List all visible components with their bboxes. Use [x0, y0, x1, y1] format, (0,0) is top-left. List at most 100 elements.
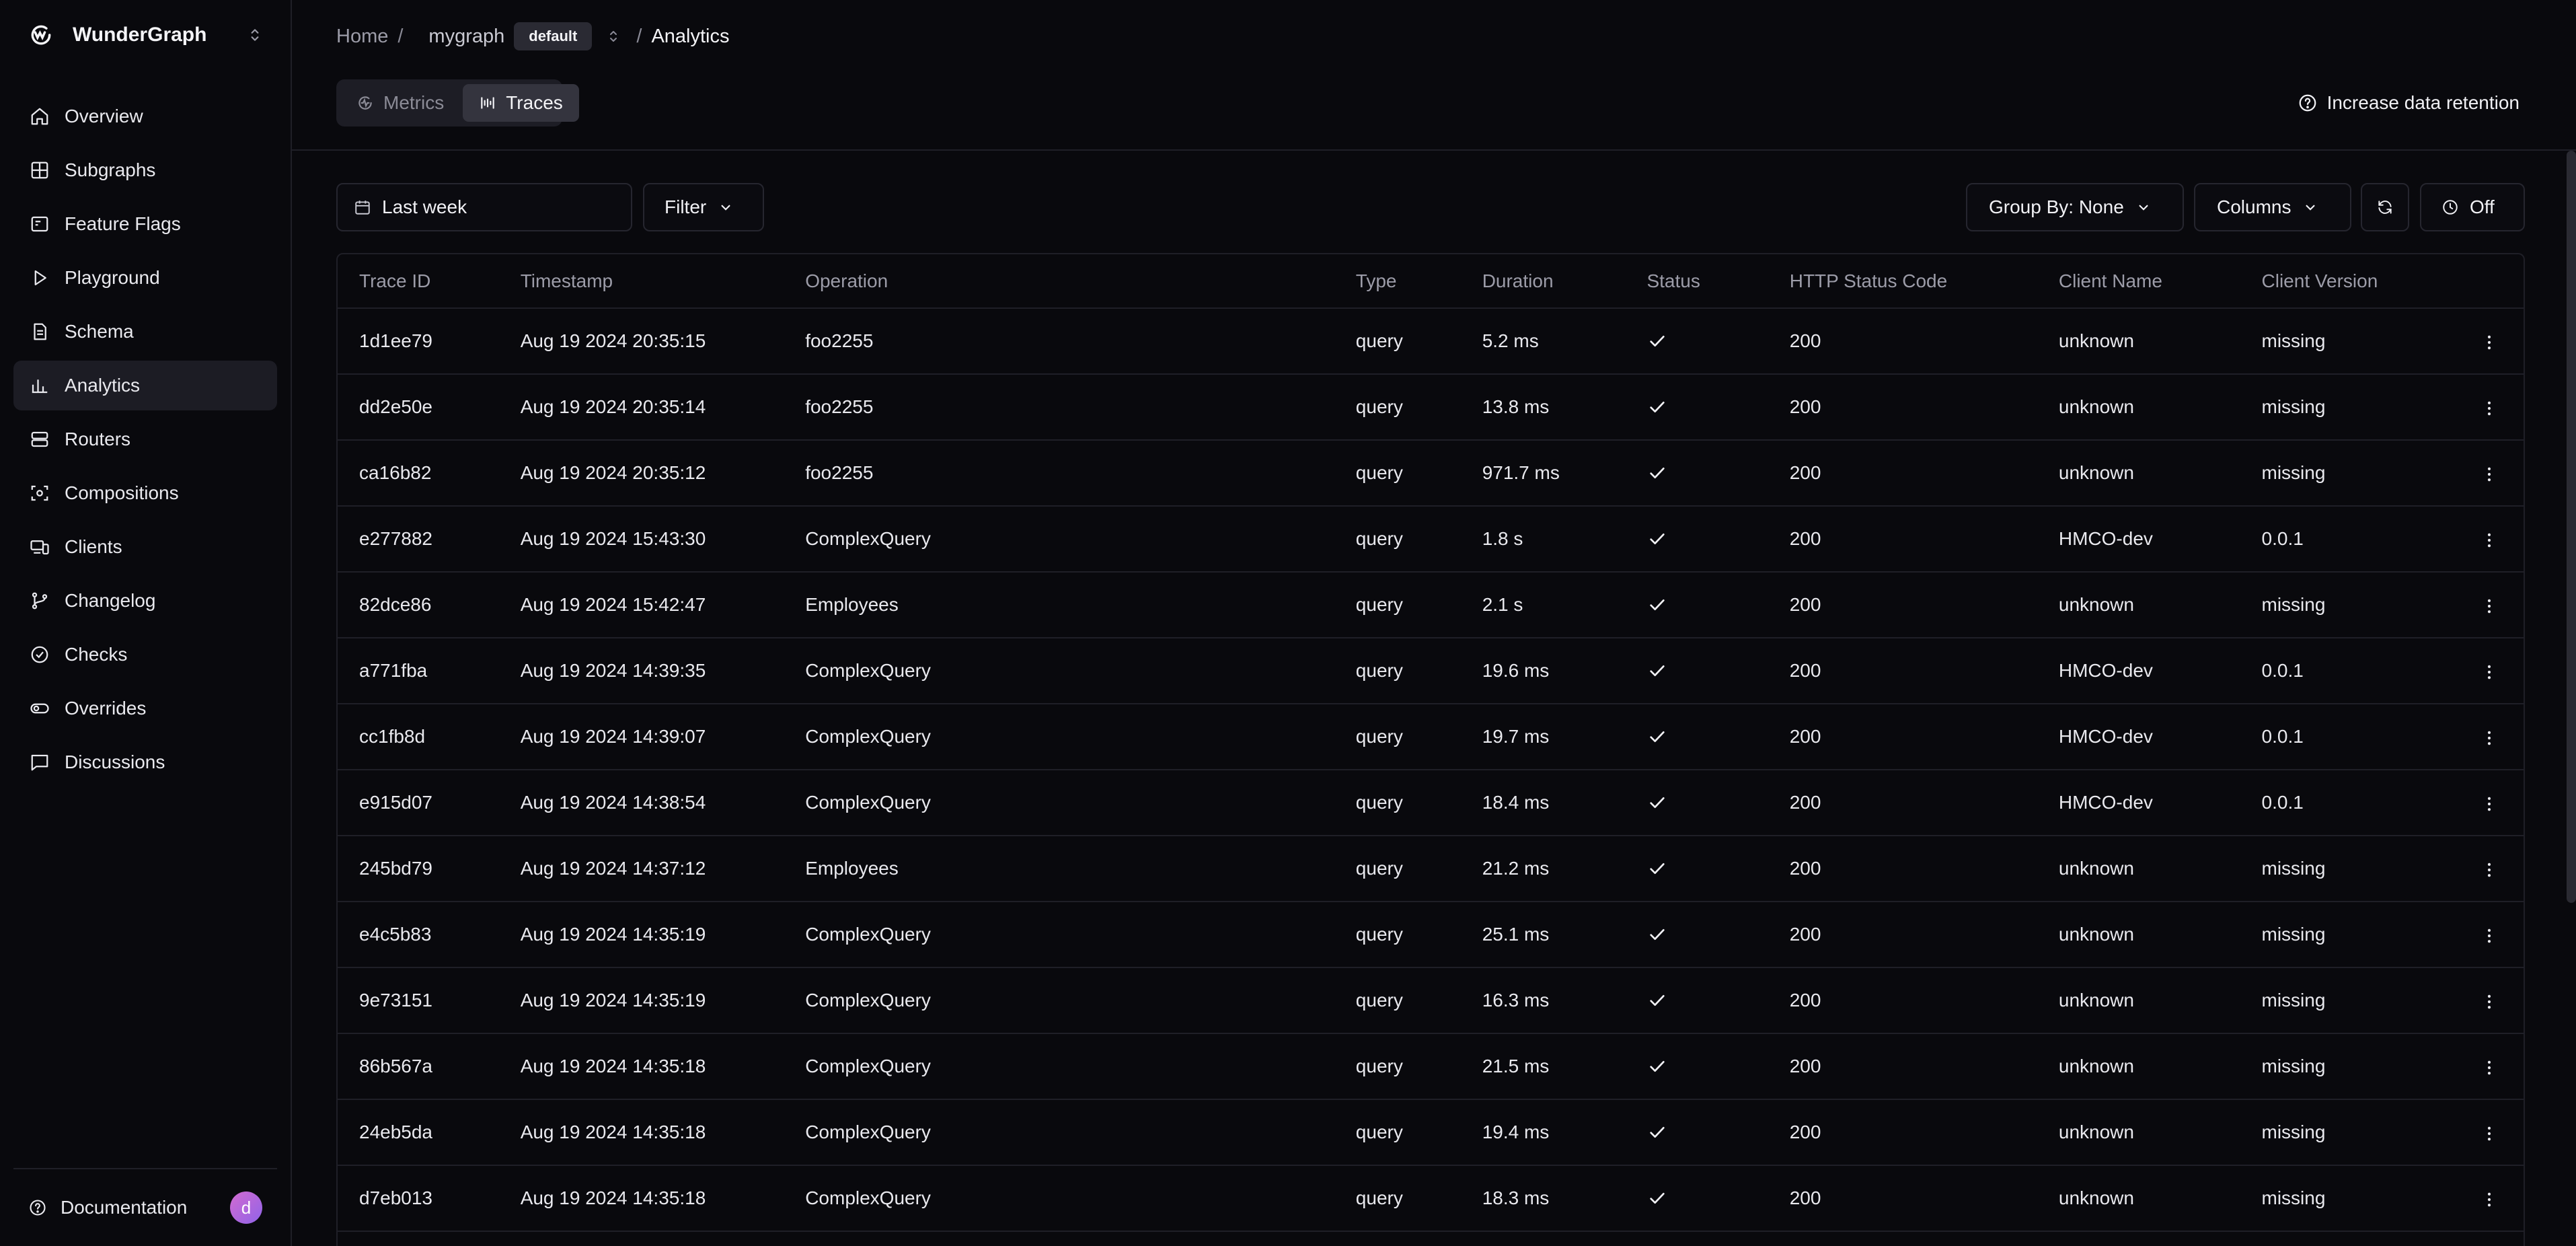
table-row[interactable]: 9e73151 Aug 19 2024 14:35:19 ComplexQuery q… — [338, 967, 2524, 1034]
sidebar-item-subgraphs[interactable]: Subgraphs — [13, 145, 277, 195]
row-menu-button[interactable] — [2455, 440, 2524, 507]
status-check-icon — [1625, 1099, 1768, 1166]
column-header[interactable]: HTTP Status Code — [1768, 254, 2037, 309]
client-version: missing — [2240, 967, 2456, 1034]
sidebar-item-analytics[interactable]: Analytics — [13, 361, 277, 410]
retention-label: Increase data retention — [2326, 92, 2520, 113]
client-name: unknown — [2037, 1099, 2240, 1166]
documentation-link[interactable]: Documentation — [61, 1197, 217, 1218]
column-header[interactable]: Operation — [784, 254, 1334, 309]
row-menu-button[interactable] — [2455, 1099, 2524, 1166]
table-row[interactable]: ca16b82 Aug 19 2024 20:35:12 foo2255 query 9… — [338, 440, 2524, 507]
scrollbar[interactable] — [2567, 151, 2576, 903]
client-name: HMCO-dev — [2037, 770, 2240, 836]
column-header[interactable]: Type — [1334, 254, 1461, 309]
row-menu-button[interactable] — [2455, 1165, 2524, 1232]
row-menu-button[interactable] — [2455, 902, 2524, 968]
sidebar-item-checks[interactable]: Checks — [13, 630, 277, 680]
sidebar-item-routers[interactable]: Routers — [13, 414, 277, 464]
row-menu-button[interactable] — [2455, 704, 2524, 770]
duration: 19.7 ms — [1460, 704, 1626, 770]
sidebar-item-feature-flags[interactable]: Feature Flags — [13, 199, 277, 249]
sidebar-item-playground[interactable]: Playground — [13, 253, 277, 303]
column-header[interactable]: Client Version — [2240, 254, 2456, 309]
table-row[interactable]: 245bd79 Aug 19 2024 14:37:12 Employees quer… — [338, 836, 2524, 902]
sidebar-item-schema[interactable]: Schema — [13, 307, 277, 357]
date-range-picker[interactable]: Last week — [336, 183, 632, 231]
sidebar-item-discussions[interactable]: Discussions — [13, 737, 277, 787]
refresh-button[interactable] — [2361, 183, 2409, 231]
more-vertical-icon — [2480, 990, 2499, 1011]
table-row[interactable]: e4c5b83 Aug 19 2024 14:35:19 ComplexQuery q… — [338, 902, 2524, 968]
column-header[interactable]: Status — [1625, 254, 1768, 309]
client-version: 0.0.1 — [2240, 506, 2456, 573]
table-row[interactable]: dd2e50e Aug 19 2024 20:35:14 foo2255 query 1… — [338, 374, 2524, 441]
sidebar-item-clients[interactable]: Clients — [13, 522, 277, 572]
row-menu-button[interactable] — [2455, 374, 2524, 441]
row-menu-button[interactable] — [2455, 1033, 2524, 1100]
home-icon — [30, 106, 50, 126]
chevrons-up-down-icon[interactable] — [605, 28, 621, 44]
column-header[interactable]: Client Name — [2037, 254, 2240, 309]
sidebar-item-label: Analytics — [65, 375, 141, 396]
namespace-badge[interactable]: default — [514, 22, 593, 50]
row-menu-button[interactable] — [2455, 836, 2524, 902]
duration: 19.6 ms — [1460, 638, 1626, 704]
sidebar-item-overview[interactable]: Overview — [13, 91, 277, 141]
table-row[interactable]: 82dce86 Aug 19 2024 15:42:47 Employees quer… — [338, 572, 2524, 638]
auto-refresh-button[interactable]: Off — [2420, 183, 2525, 231]
play-icon — [30, 268, 50, 288]
table-row[interactable]: 86b567a Aug 19 2024 14:35:18 ComplexQuery q… — [338, 1033, 2524, 1100]
duration: 1.8 s — [1460, 506, 1626, 573]
filter-button[interactable]: Filter — [643, 183, 764, 231]
table-row[interactable]: d7eb013 Aug 19 2024 14:35:18 ComplexQuery q… — [338, 1165, 2524, 1232]
row-menu-button[interactable] — [2455, 770, 2524, 836]
trace-id: 245bd79 — [338, 836, 499, 902]
table-row[interactable]: e277882 Aug 19 2024 15:43:30 ComplexQuery q… — [338, 506, 2524, 573]
group-by-button[interactable]: Group By: None — [1966, 183, 2184, 231]
row-menu-button[interactable] — [2455, 506, 2524, 573]
status-check-icon — [1625, 1033, 1768, 1100]
client-version: missing — [2240, 374, 2456, 441]
column-header[interactable]: Timestamp — [498, 254, 784, 309]
view-tabs: Metrics Traces — [336, 79, 579, 126]
sidebar-item-changelog[interactable]: Changelog — [13, 576, 277, 626]
client-version: 0.0.1 — [2240, 770, 2456, 836]
http-status: 200 — [1768, 902, 2037, 968]
column-header[interactable]: Duration — [1460, 254, 1626, 309]
tab-metrics[interactable]: Metrics — [340, 84, 460, 122]
table-row[interactable]: 24eb5da Aug 19 2024 14:35:18 ComplexQuery q… — [338, 1099, 2524, 1166]
table-row[interactable]: 1d1ee79 Aug 19 2024 20:35:15 foo2255 query 5… — [338, 308, 2524, 375]
column-header[interactable]: Trace ID — [338, 254, 499, 309]
sidebar-item-compositions[interactable]: Compositions — [13, 468, 277, 518]
timestamp: Aug 19 2024 14:35:18 — [498, 1033, 784, 1100]
row-menu-button[interactable] — [2455, 572, 2524, 638]
auto-refresh-label: Off — [2470, 196, 2495, 217]
type: query — [1334, 1033, 1461, 1100]
breadcrumb-home[interactable]: Home — [336, 26, 388, 48]
org-switcher[interactable]: WunderGraph — [0, 0, 291, 70]
table-row[interactable]: cc1fb8d Aug 19 2024 14:39:07 ComplexQuery q… — [338, 704, 2524, 770]
avatar[interactable]: d — [230, 1192, 262, 1224]
timestamp: Aug 19 2024 14:35:18 — [498, 1165, 784, 1232]
row-menu-button[interactable] — [2455, 308, 2524, 375]
columns-button[interactable]: Columns — [2194, 183, 2351, 231]
tab-traces[interactable]: Traces — [463, 84, 579, 122]
client-name: unknown — [2037, 967, 2240, 1034]
increase-retention-link[interactable]: Increase data retention — [2298, 87, 2520, 118]
table-row[interactable]: a771fba Aug 19 2024 14:39:35 ComplexQuery q… — [338, 638, 2524, 704]
type: query — [1334, 1165, 1461, 1232]
row-menu-button[interactable] — [2455, 967, 2524, 1034]
more-vertical-icon — [2480, 1187, 2499, 1208]
breadcrumb-graph[interactable]: mygraph — [428, 26, 504, 48]
status-check-icon — [1625, 506, 1768, 573]
check-circle-icon — [30, 645, 50, 665]
row-menu-button[interactable] — [2455, 638, 2524, 704]
client-version: missing — [2240, 1165, 2456, 1232]
timestamp: Aug 19 2024 14:39:07 — [498, 704, 784, 770]
tab-label: Metrics — [383, 92, 445, 113]
more-vertical-icon — [2480, 594, 2499, 615]
sidebar-item-overrides[interactable]: Overrides — [13, 684, 277, 733]
table-row[interactable]: e915d07 Aug 19 2024 14:38:54 ComplexQuery q… — [338, 770, 2524, 836]
operation: foo2255 — [784, 374, 1334, 441]
